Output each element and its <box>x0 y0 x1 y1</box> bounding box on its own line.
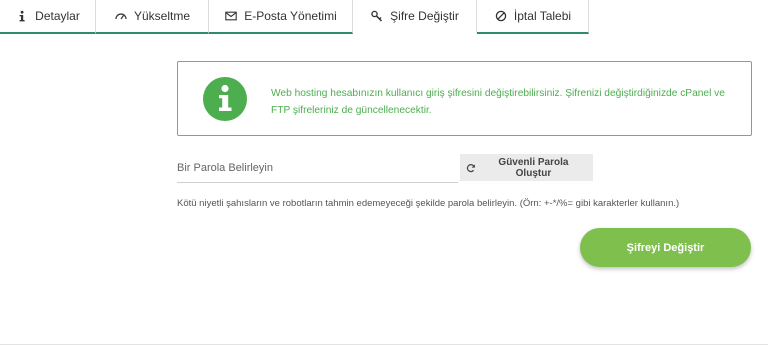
envelope-icon <box>224 9 238 23</box>
tab-e-posta[interactable]: E-Posta Yönetimi <box>209 0 353 34</box>
tab-detaylar[interactable]: Detaylar <box>0 0 96 34</box>
key-icon <box>370 9 384 23</box>
tab-sifre-degistir[interactable]: Şifre Değiştir <box>353 0 477 34</box>
info-circle-icon <box>203 77 247 121</box>
generate-password-button[interactable]: Güvenli Parola Oluştur <box>460 154 593 181</box>
info-alert: Web hosting hesabınızın kullanıcı giriş … <box>177 61 752 136</box>
change-password-button[interactable]: Şifreyi Değiştir <box>580 228 751 267</box>
ban-icon <box>494 9 508 23</box>
tab-bar: Detaylar Yükseltme E-Posta Yönetimi Şifr… <box>0 0 768 34</box>
password-hint: Kötü niyetli şahısların ve robotların ta… <box>177 198 680 209</box>
tab-yukseltme[interactable]: Yükseltme <box>96 0 209 34</box>
bottom-divider <box>0 344 768 345</box>
refresh-icon <box>466 163 475 172</box>
tab-label: İptal Talebi <box>513 9 572 23</box>
tab-bar-filler <box>589 0 768 34</box>
info-icon <box>15 9 29 23</box>
alert-message: Web hosting hesabınızın kullanıcı giriş … <box>271 88 725 116</box>
password-input[interactable] <box>177 153 458 183</box>
tab-label: E-Posta Yönetimi <box>244 9 337 23</box>
tab-iptal-talebi[interactable]: İptal Talebi <box>477 0 589 34</box>
tab-label: Şifre Değiştir <box>390 9 459 23</box>
tab-label: Yükseltme <box>133 9 191 23</box>
tab-label: Detaylar <box>35 9 80 23</box>
gauge-icon <box>114 9 128 23</box>
generate-password-label: Güvenli Parola Oluştur <box>498 156 569 179</box>
